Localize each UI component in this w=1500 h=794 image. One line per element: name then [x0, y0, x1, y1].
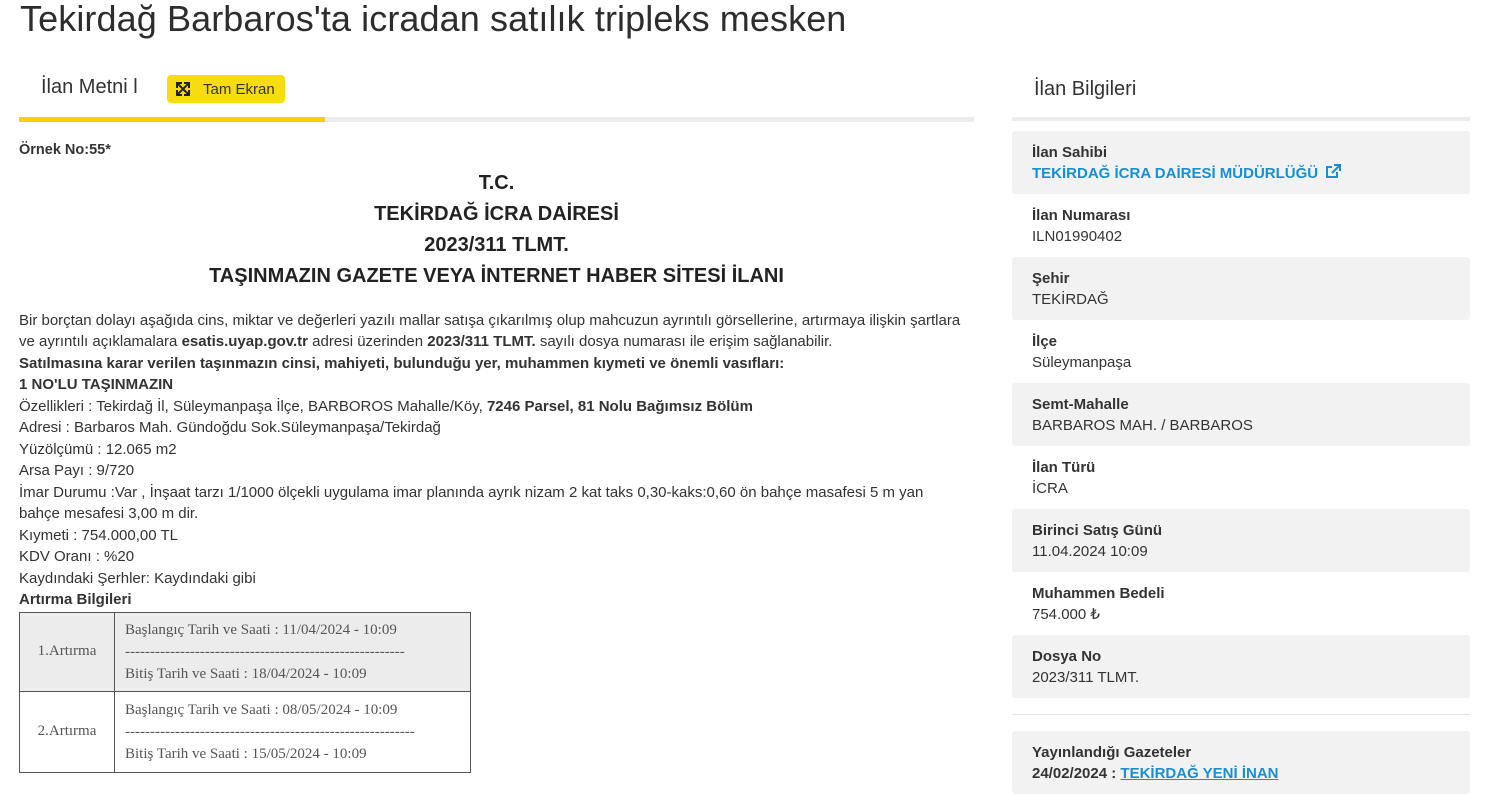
header-line: T.C.: [478, 171, 515, 194]
site-link-text: esatis.uyap.gov.tr: [181, 333, 308, 350]
fullscreen-button[interactable]: Tam Ekran: [167, 75, 285, 103]
header-line: TAŞINMAZIN GAZETE VEYA İNTERNET HABER Sİ…: [209, 264, 784, 287]
info-birinci-satis-gunu: Birinci Satış Günü 11.04.2024 10:09: [1012, 509, 1470, 572]
info-semt-mahalle: Semt-Mahalle BARBAROS MAH. / BARBAROS: [1012, 383, 1470, 446]
auction-name: 2.Artırma: [19, 690, 115, 773]
property-land-share: Arsa Payı : 9/720: [19, 462, 135, 479]
auction-name: 1.Artırma: [19, 611, 115, 692]
tab-bar: İlan Metni l Tam Ekran: [19, 68, 974, 122]
divider: [1012, 117, 1470, 121]
sidebar-title: İlan Bilgileri: [1034, 78, 1137, 100]
info-newspapers: Yayınlandığı Gazeteler 24/02/2024 : TEKİ…: [1012, 731, 1470, 794]
listing-document: Örnek No:55* T.C. TEKİRDAĞ İCRA DAİRESİ …: [19, 140, 974, 773]
info-sehir: Şehir TEKİRDAĞ: [1012, 257, 1470, 320]
property-features: Özellikleri : Tekirdağ İl, Süleymanpaşa …: [19, 397, 753, 415]
property-address: Adresi : Barbaros Mah. Gündoğdu Sok.Süle…: [19, 419, 441, 436]
auction-dates: Başlangıç Tarih ve Saati : 08/05/2024 - …: [114, 690, 471, 773]
info-muhammen-bedeli: Muhammen Bedeli 754.000 ₺: [1032, 585, 1165, 623]
fullscreen-label: Tam Ekran: [203, 80, 275, 98]
owner-link[interactable]: TEKİRDAĞ İCRA DAİRESİ MÜDÜRLÜĞÜ: [1032, 164, 1342, 182]
property-zoning: İmar Durumu :Var , İnşaat tarzı 1/1000 ö…: [19, 483, 924, 523]
document-body: Bir borçtan dolayı aşağıda cins, miktar …: [19, 310, 974, 611]
auction-dates: Başlangıç Tarih ve Saati : 11/04/2024 - …: [114, 611, 471, 692]
property-value: Kıymeti : 754.000,00 TL: [19, 526, 178, 544]
info-ilan-turu: İlan Türü İCRA: [1032, 459, 1096, 497]
intro-paragraph: Bir borçtan dolayı aşağıda cins, miktar …: [19, 311, 961, 351]
property-annotations: Kaydındaki Şerhler: Kaydındaki gibi: [19, 569, 256, 587]
tab-ilan-metni[interactable]: İlan Metni l Tam Ekran: [19, 68, 325, 122]
property-area: Yüzölçümü : 12.065 m2: [19, 440, 177, 458]
header-line: 2023/311 TLMT.: [424, 233, 569, 256]
info-dosya-no: Dosya No 2023/311 TLMT.: [1012, 635, 1470, 698]
divider: [1012, 714, 1470, 715]
tab-label: İlan Metni l: [41, 76, 138, 98]
auction-heading: Artırma Bilgileri: [19, 591, 132, 608]
ornek-no: Örnek No:55*: [19, 142, 111, 158]
document-header: T.C. TEKİRDAĞ İCRA DAİRESİ 2023/311 TLMT…: [19, 168, 974, 292]
property-vat: KDV Oranı : %20: [19, 548, 135, 565]
page-title: Tekirdağ Barbaros'ta icradan satılık tri…: [20, 0, 847, 39]
newspaper-link[interactable]: TEKİRDAĞ YENİ İNAN: [1120, 765, 1278, 782]
table-row: 1.Artırma Başlangıç Tarih ve Saati : 11/…: [19, 611, 471, 692]
listing-info-sidebar: İlan Bilgileri İlan Sahibi TEKİRDAĞ İCRA…: [1012, 72, 1470, 794]
info-ilan-numarasi: İlan Numarası ILN01990402: [1032, 207, 1131, 245]
property-heading: Satılmasına karar verilen taşınmazın cin…: [19, 354, 785, 372]
property-title: 1 NO'LU TAŞINMAZIN: [19, 376, 174, 393]
expand-icon: [176, 82, 190, 96]
info-ilce: İlçe Süleymanpaşa: [1032, 333, 1132, 371]
table-row: 2.Artırma Başlangıç Tarih ve Saati : 08/…: [19, 690, 471, 773]
external-link-icon: [1326, 164, 1342, 178]
header-line: TEKİRDAĞ İCRA DAİRESİ: [374, 202, 619, 225]
info-owner: İlan Sahibi TEKİRDAĞ İCRA DAİRESİ MÜDÜRL…: [1012, 131, 1470, 194]
listing-text-panel: İlan Metni l Tam Ekran Örnek No:55* T.C.…: [19, 68, 974, 773]
auction-table: 1.Artırma Başlangıç Tarih ve Saati : 11/…: [19, 611, 471, 773]
